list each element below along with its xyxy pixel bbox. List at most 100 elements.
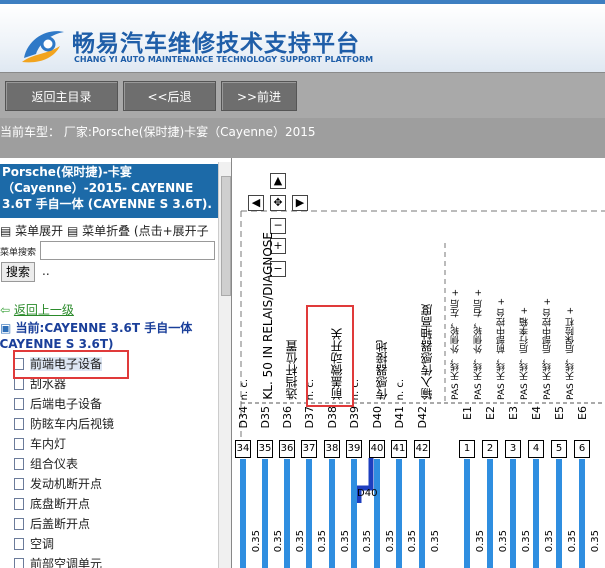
wire-label: 0.35	[498, 530, 509, 553]
sidebar: Porsche(保时捷)-卡宴 （Cayenne）-2015- CAYENNE …	[0, 158, 232, 568]
pin-number: 3	[505, 440, 521, 458]
search-button[interactable]: 搜索	[1, 262, 35, 282]
pin-number: 40	[369, 440, 385, 458]
site-subtitle: CHANG YI AUTO MAINTENANCE TECHNOLOGY SUP…	[74, 55, 374, 64]
wire-line	[284, 459, 290, 568]
wire-label: 0.35	[317, 530, 328, 553]
document-icon	[14, 398, 24, 410]
current-node-line1: ▣ 当前:CAYENNE 3.6T 手自一体	[0, 319, 192, 336]
wire-label: 0.35	[430, 530, 441, 553]
pin-number: 36	[279, 440, 295, 458]
pin-number: 39	[346, 440, 362, 458]
pin-number: 34	[235, 440, 251, 458]
pin-number: 5	[551, 440, 567, 458]
document-icon	[14, 478, 24, 490]
tree-item-label: 发动机断开点	[30, 477, 103, 491]
pin-code: E6	[576, 406, 589, 420]
pan-up-button[interactable]: ▲	[270, 173, 286, 189]
tree-item[interactable]: 车内灯	[14, 435, 66, 455]
pin-function-label: 传感器接地	[375, 340, 389, 400]
sidebar-head-line3: 3.6T 手自一体 (CAYENNE S 3.6T).	[2, 197, 212, 211]
pan-center-button[interactable]: ✥	[270, 195, 286, 211]
pan-left-button[interactable]: ◀	[248, 195, 264, 211]
wire-label: 0.35	[251, 530, 262, 553]
pin-code: E1	[461, 406, 474, 420]
search-dots: ..	[42, 264, 50, 278]
document-icon	[14, 458, 24, 470]
wire-label: 0.35	[521, 530, 532, 553]
scrollbar-thumb[interactable]	[221, 176, 231, 296]
tree-item[interactable]: 后盖断开点	[14, 515, 90, 535]
pan-right-button[interactable]: ▶	[292, 195, 308, 211]
e-pin-function-label: PAS 天线，后行李箱 +	[520, 307, 530, 400]
computer-icon: ▣	[0, 321, 12, 335]
pin-code: D38	[326, 406, 339, 429]
tree-item[interactable]: 前部空调单元	[14, 555, 102, 568]
vehicle-bar: 当前车型： 厂家:Porsche(保时捷)卡宴（Cayenne）2015	[0, 118, 605, 158]
pin-code: D40	[371, 406, 384, 429]
menu-expand-collapse[interactable]: ▤ 菜单展开 ▤ 菜单折叠 (点击+展开子	[0, 222, 209, 239]
wire-line	[262, 459, 268, 568]
document-icon	[14, 558, 24, 568]
back-arrow-icon: ⇦	[0, 303, 11, 317]
search-input[interactable]	[40, 241, 215, 260]
pin-code: D37	[303, 406, 316, 429]
tree-item[interactable]: 发动机断开点	[14, 475, 102, 495]
tree-item-label: 空调	[30, 537, 55, 551]
wire-label: 0.35	[295, 530, 306, 553]
pin-function-label: n. c.	[239, 378, 250, 400]
tree-item[interactable]: 防眩车内后视镜	[14, 415, 114, 435]
wire-label: 0.35	[567, 530, 578, 553]
wire-line	[464, 459, 470, 568]
tree-item[interactable]: 组合仪表	[14, 455, 78, 475]
tree-item-label: 后端电子设备	[30, 397, 103, 411]
highlight-box-hood-switch	[306, 305, 354, 407]
e-pin-function-label: PAS 天线，后部中控台 +	[543, 298, 553, 400]
wire-line	[510, 459, 516, 568]
document-icon	[14, 378, 24, 390]
back-button[interactable]: <<后退	[123, 81, 216, 111]
forward-button[interactable]: >>前进	[221, 81, 297, 111]
pin-function-label: KL. 50 IN RELAIS/DIAGNOSE	[261, 232, 275, 400]
home-button[interactable]: 返回主目录	[5, 81, 118, 111]
e-pin-function-label: PAS 天线，前部中控台 +	[497, 298, 507, 400]
connector-tag: D40	[357, 488, 378, 499]
pin-code: D36	[281, 406, 294, 429]
tree-item[interactable]: 底盘断开点	[14, 495, 90, 515]
wire-label: 0.35	[385, 530, 396, 553]
current-vehicle-text: 当前车型： 厂家:Porsche(保时捷)卡宴（Cayenne）2015	[0, 125, 316, 139]
pin-code: E4	[530, 406, 543, 420]
tree-item-label: 车内灯	[30, 437, 67, 451]
current-node-label: 当前:CAYENNE 3.6T 手自一体	[15, 321, 193, 335]
up-level-label: 返回上一级	[13, 303, 74, 317]
pin-code: E2	[484, 406, 497, 420]
nav-bar: 返回主目录 <<后退 >>前进	[0, 72, 605, 118]
pin-code: D34	[237, 406, 250, 429]
tree-item-label: 底盘断开点	[30, 497, 91, 511]
wire-line	[419, 459, 425, 568]
pin-number: 1	[459, 440, 475, 458]
up-level-link[interactable]: ⇦ 返回上一级	[0, 301, 74, 318]
wire-line	[306, 459, 312, 568]
pin-number: 2	[482, 440, 498, 458]
tree-item-label: 防眩车内后视镜	[30, 417, 115, 431]
tree-item[interactable]: 空调	[14, 535, 54, 555]
pin-number: 6	[574, 440, 590, 458]
pin-number: 35	[257, 440, 273, 458]
sidebar-scrollbar[interactable]	[218, 162, 231, 568]
document-icon	[14, 418, 24, 430]
pin-number: 38	[324, 440, 340, 458]
document-icon	[14, 438, 24, 450]
document-icon	[14, 538, 24, 550]
wire-line	[351, 459, 357, 568]
pin-code: D39	[348, 406, 361, 429]
tree-item[interactable]: 后端电子设备	[14, 395, 102, 415]
selected-highlight-box	[13, 350, 129, 379]
pin-number: 37	[301, 440, 317, 458]
pin-code: D35	[259, 406, 272, 429]
e-pin-function-label: PAS 天线，外侧轮，左后 +	[451, 289, 461, 400]
sidebar-head-line1: Porsche(保时捷)-卡宴	[2, 165, 132, 179]
e-pin-function-label: PAS 天线，后保险杠 +	[566, 307, 576, 400]
wiring-diagram: ▲ ◀ ✥ ▶ ─ + − D34 34 0.35 D35 35 0.35 D36 36 0.3…	[233, 158, 605, 568]
wire-line	[374, 459, 380, 568]
